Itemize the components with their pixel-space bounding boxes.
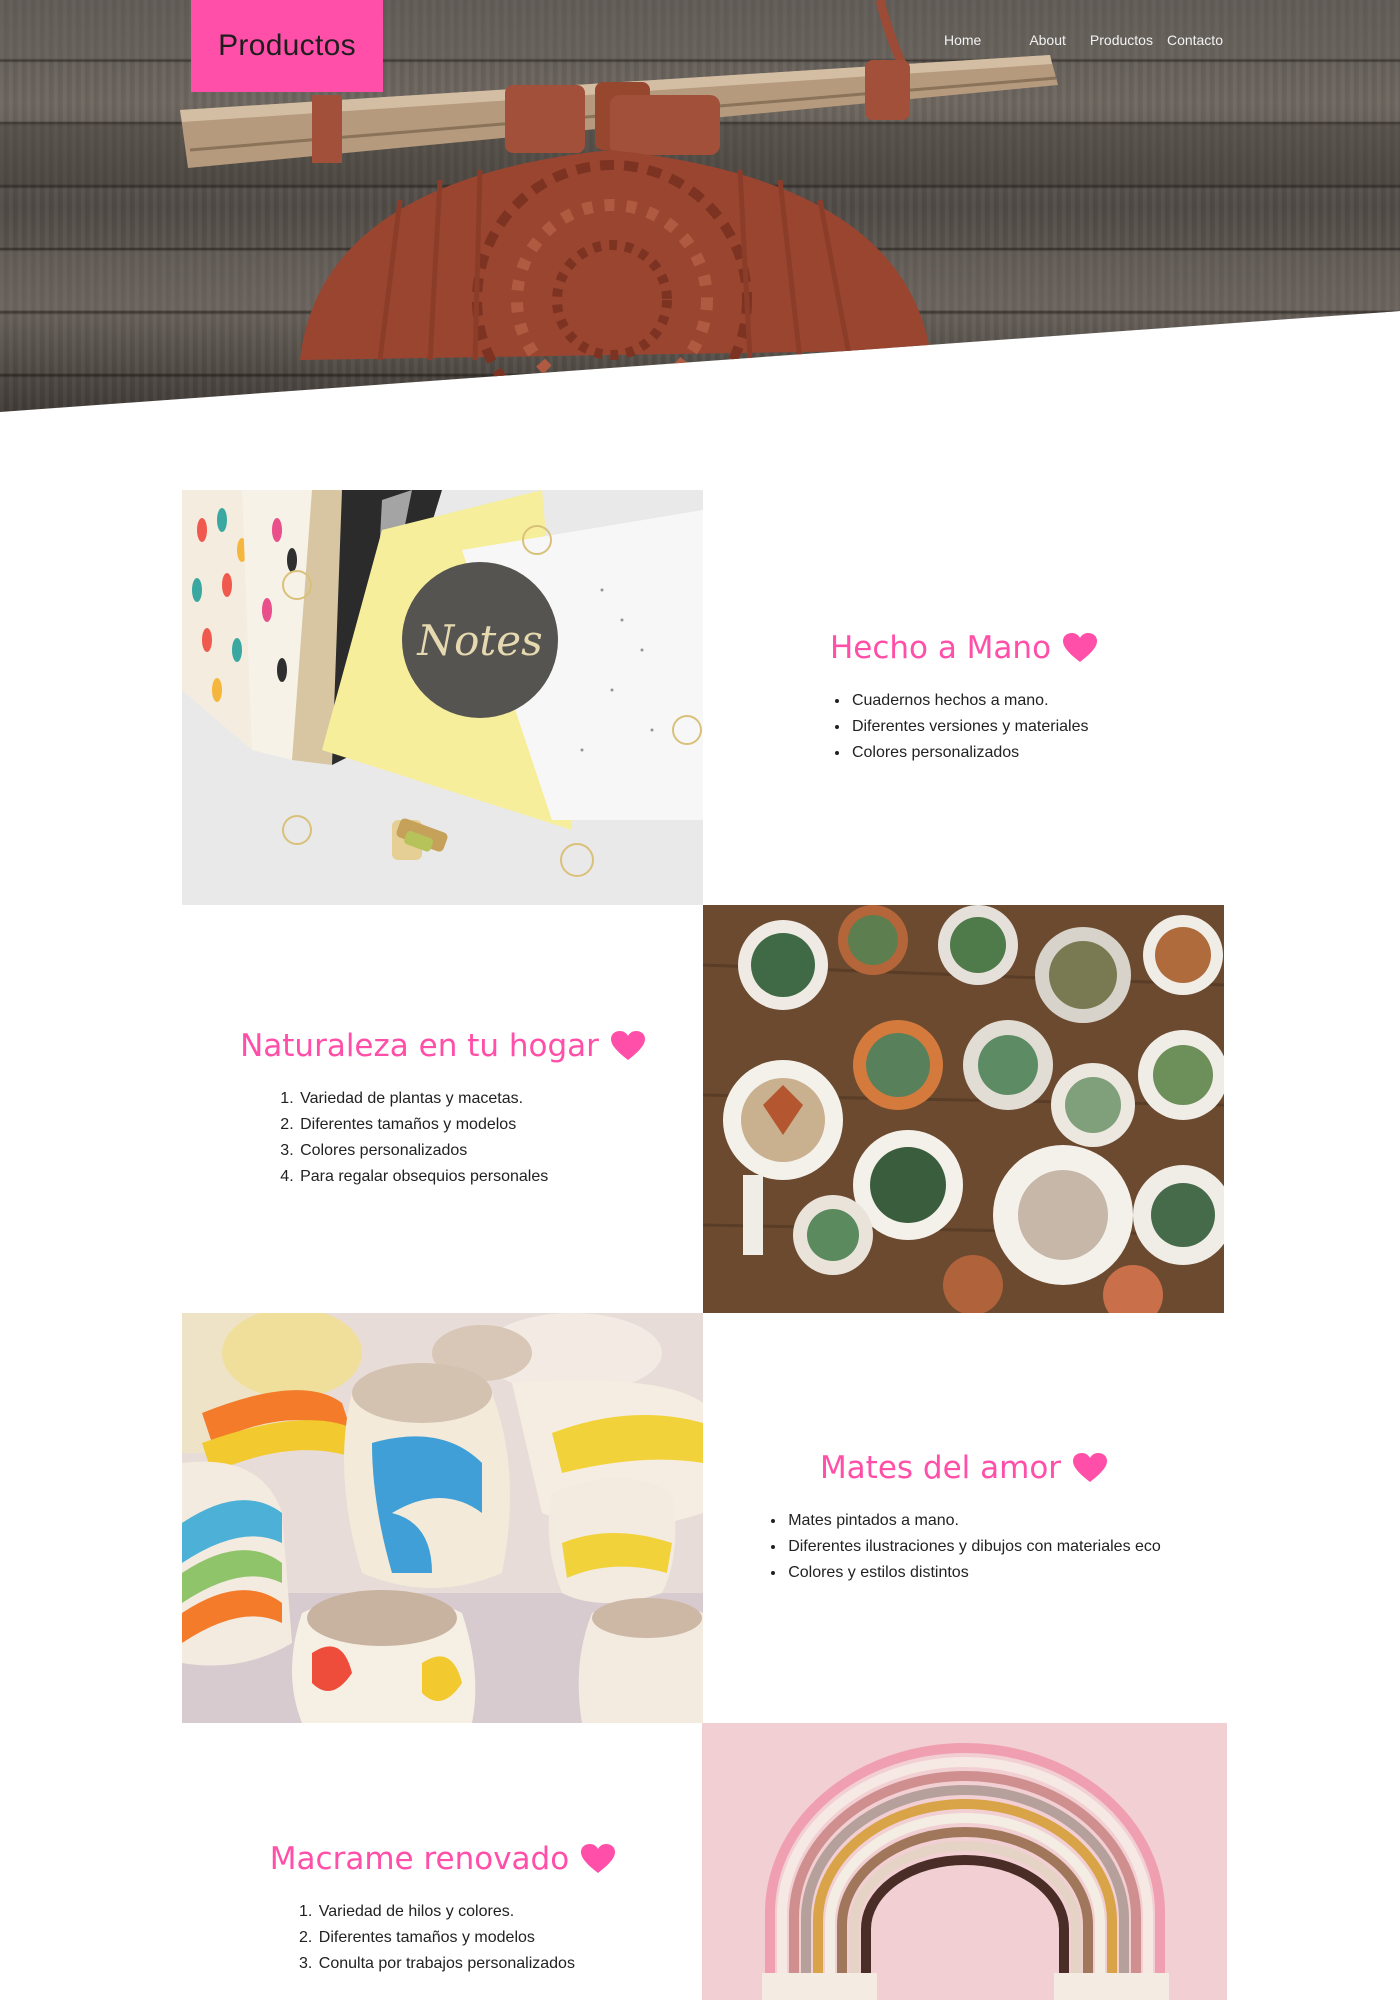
svg-text:Notes: Notes <box>416 616 542 665</box>
list-item: Diferentes ilustraciones y dibujos con m… <box>786 1534 1161 1560</box>
logo-text: Productos <box>218 29 356 62</box>
list-item: Mates pintados a mano. <box>786 1508 1161 1534</box>
list-item: Cuadernos hechos a mano. <box>850 688 1097 714</box>
feature-list: Cuadernos hechos a mano. Diferentes vers… <box>850 688 1097 766</box>
section-title: Naturaleza en tu hogar <box>240 1028 645 1064</box>
list-item: Conulta por trabajos personalizados <box>317 1951 615 1977</box>
section-naturaleza: Naturaleza en tu hogar Variedad de plant… <box>182 905 703 1313</box>
list-item: Colores personalizados <box>298 1138 645 1164</box>
list-item: Colores personalizados <box>850 740 1097 766</box>
painted-mates-photo <box>182 1313 703 1723</box>
heart-icon <box>610 1031 645 1060</box>
section-macrame-renovado: Macrame renovado Variedad de hilos y col… <box>182 1723 703 2000</box>
main-nav: Home About Productos Contacto <box>930 32 1223 48</box>
list-item: Diferentes tamaños y modelos <box>317 1925 615 1951</box>
section-title: Hecho a Mano <box>830 630 1098 666</box>
list-item: Diferentes tamaños y modelos <box>298 1112 645 1138</box>
rainbow-macrame-photo <box>702 1723 1227 2000</box>
section-hecho-a-mano: Hecho a Mano Cuadernos hechos a mano. Di… <box>703 490 1224 905</box>
section-title: Mates del amor <box>766 1450 1161 1486</box>
hero-banner: Productos Home About Productos Contacto <box>0 0 1400 412</box>
list-item: Colores y estilos distintos <box>786 1560 1161 1586</box>
list-item: Diferentes versiones y materiales <box>850 714 1097 740</box>
heart-icon <box>1073 1453 1108 1482</box>
notebooks-photo: Notes <box>182 490 703 905</box>
nav-home[interactable]: Home <box>944 32 981 48</box>
feature-list: Variedad de hilos y colores. Diferentes … <box>317 1899 615 1977</box>
nav-contacto[interactable]: Contacto <box>1167 32 1223 48</box>
site-logo[interactable]: Productos <box>191 0 383 92</box>
heart-icon <box>1063 632 1098 662</box>
heart-icon <box>581 1844 616 1873</box>
succulents-photo <box>703 905 1224 1313</box>
section-mates-del-amor: Mates del amor Mates pintados a mano. Di… <box>703 1313 1224 1723</box>
nav-about[interactable]: About <box>1029 32 1066 48</box>
list-item: Variedad de hilos y colores. <box>317 1899 615 1925</box>
feature-list: Mates pintados a mano. Diferentes ilustr… <box>786 1508 1161 1586</box>
section-title: Macrame renovado <box>270 1841 616 1877</box>
list-item: Variedad de plantas y macetas. <box>298 1086 645 1112</box>
list-item: Para regalar obsequios personales <box>298 1164 645 1190</box>
nav-productos[interactable]: Productos <box>1090 32 1153 48</box>
feature-list: Variedad de plantas y macetas. Diferente… <box>298 1086 645 1190</box>
